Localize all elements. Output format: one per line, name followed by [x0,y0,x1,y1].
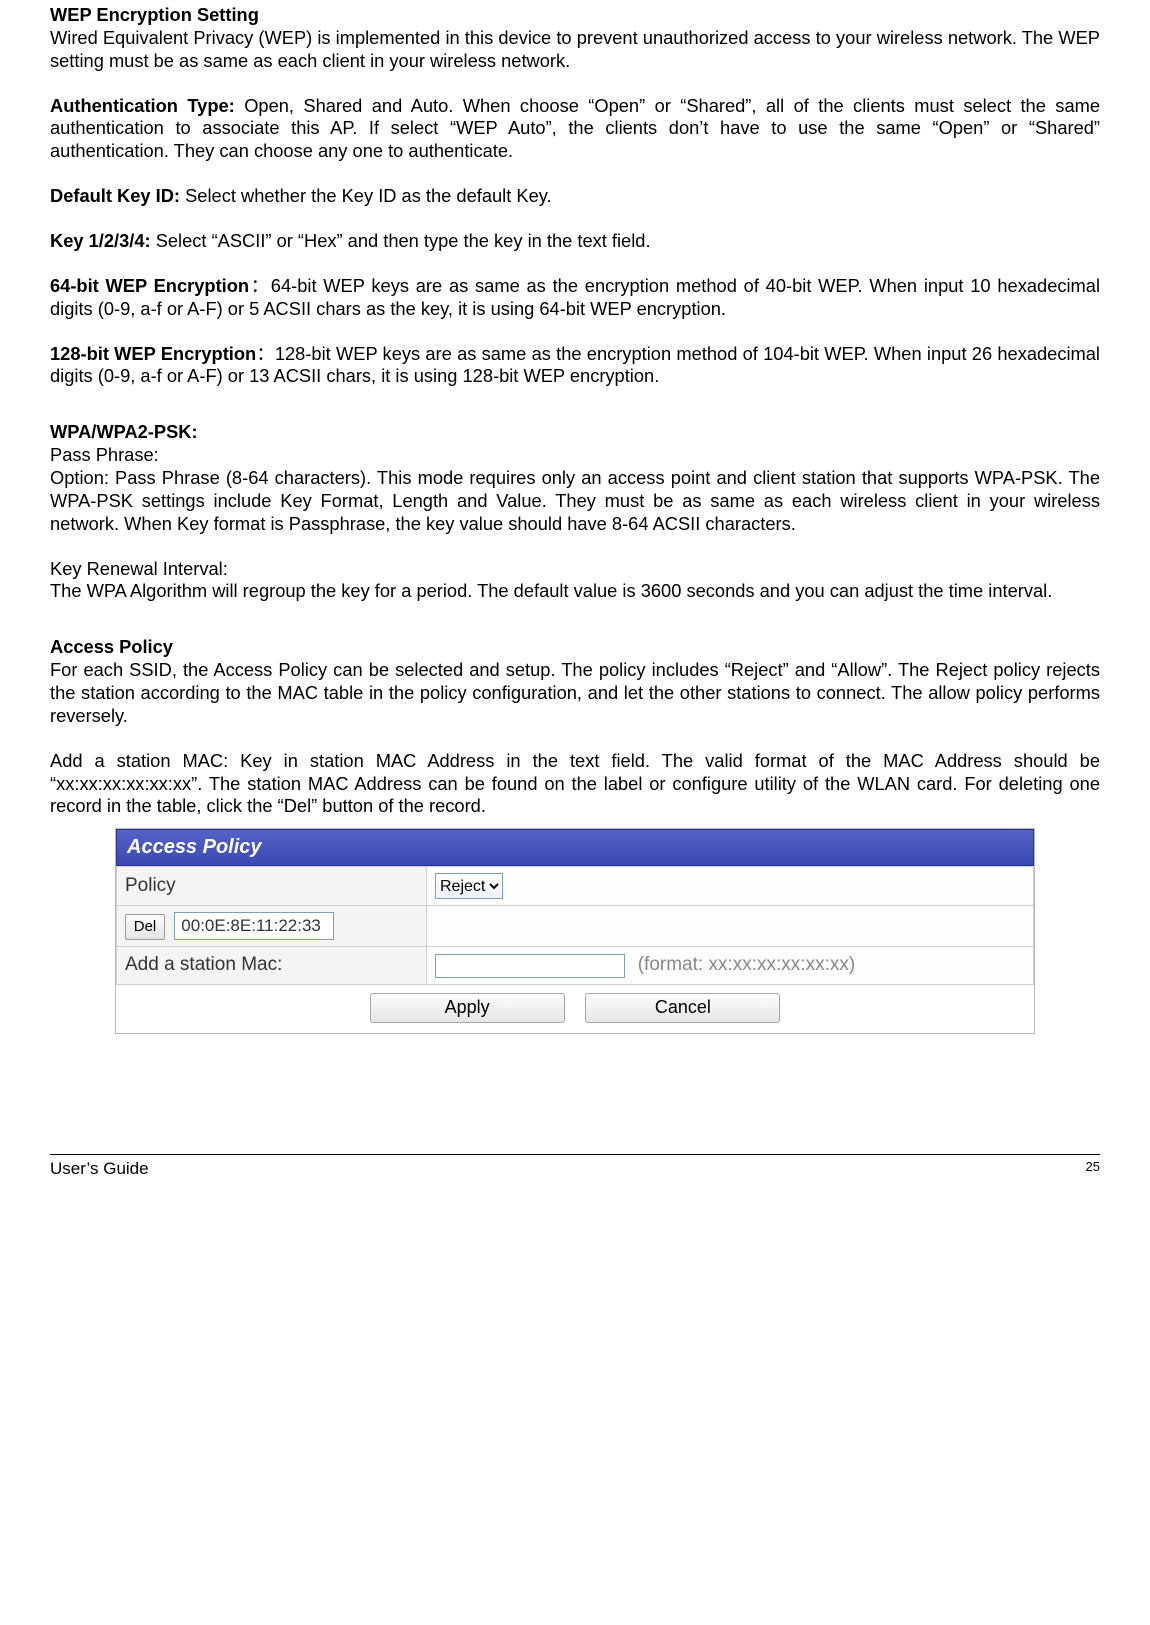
access-policy-p2: Add a station MAC: Key in station MAC Ad… [50,750,1100,819]
wep-auth-para: Authentication Type: Open, Shared and Au… [50,95,1100,164]
policy-value-cell: Reject [427,867,1034,906]
policy-label-cell: Policy [117,867,427,906]
panel-buttons: Apply Cancel [116,985,1034,1033]
wep128-para: 128-bit WEP Encryption：128-bit WEP keys … [50,343,1100,389]
auth-type-label: Authentication Type: [50,95,235,116]
del-button[interactable]: Del [125,914,165,940]
default-key-para: Default Key ID: Select whether the Key I… [50,185,1100,208]
section-title-wep: WEP Encryption Setting [50,4,1100,27]
key-1234-label: Key 1/2/3/4: [50,230,151,251]
policy-select[interactable]: Reject [435,873,503,899]
pass-phrase-text: Option: Pass Phrase (8-64 characters). T… [50,467,1100,536]
policy-row: Policy Reject [117,867,1034,906]
page-footer: User’s Guide 25 [50,1154,1100,1199]
mac-entry-row: Del 00:0E:8E:11:22:33 [117,906,1034,947]
wep64-para: 64-bit WEP Encryption：64-bit WEP keys ar… [50,275,1100,321]
add-mac-input[interactable] [435,954,625,978]
wep-title: WEP Encryption Setting [50,4,259,25]
wep64-label: 64-bit WEP Encryption [50,275,249,296]
wep-intro: Wired Equivalent Privacy (WEP) is implem… [50,27,1100,73]
add-mac-label: Add a station Mac: [117,946,427,984]
default-key-label: Default Key ID: [50,185,180,206]
add-mac-row: Add a station Mac: (format: xx:xx:xx:xx:… [117,946,1034,984]
format-hint: (format: xx:xx:xx:xx:xx:xx) [638,954,855,975]
access-policy-panel: Access Policy Policy Reject Del 0 [115,828,1035,1034]
access-policy-title: Access Policy [50,636,1100,659]
pass-phrase-label: Pass Phrase: [50,444,1100,467]
wep64-colon: ： [249,275,271,296]
key-1234-text: Select “ASCII” or “Hex” and then type th… [151,230,651,251]
cancel-button[interactable]: Cancel [585,993,780,1023]
footer-left: User’s Guide [50,1159,149,1179]
access-policy-p1: For each SSID, the Access Policy can be … [50,659,1100,728]
panel-header: Access Policy [116,829,1034,866]
mac-entry-rcell [427,906,1034,947]
wep128-colon: ： [256,343,275,364]
apply-button[interactable]: Apply [370,993,565,1023]
mac-entry-cell: Del 00:0E:8E:11:22:33 [117,906,427,947]
page-number: 25 [1086,1159,1100,1174]
key-1234-para: Key 1/2/3/4: Select “ASCII” or “Hex” and… [50,230,1100,253]
key-renewal-text: The WPA Algorithm will regroup the key f… [50,580,1100,603]
key-renewal-label: Key Renewal Interval: [50,558,1100,581]
mac-entry-value: 00:0E:8E:11:22:33 [174,912,334,939]
wpa-title: WPA/WPA2-PSK: [50,421,1100,444]
add-mac-value-cell: (format: xx:xx:xx:xx:xx:xx) [427,946,1034,984]
wep128-label: 128-bit WEP Encryption [50,343,256,364]
default-key-text: Select whether the Key ID as the default… [180,185,552,206]
